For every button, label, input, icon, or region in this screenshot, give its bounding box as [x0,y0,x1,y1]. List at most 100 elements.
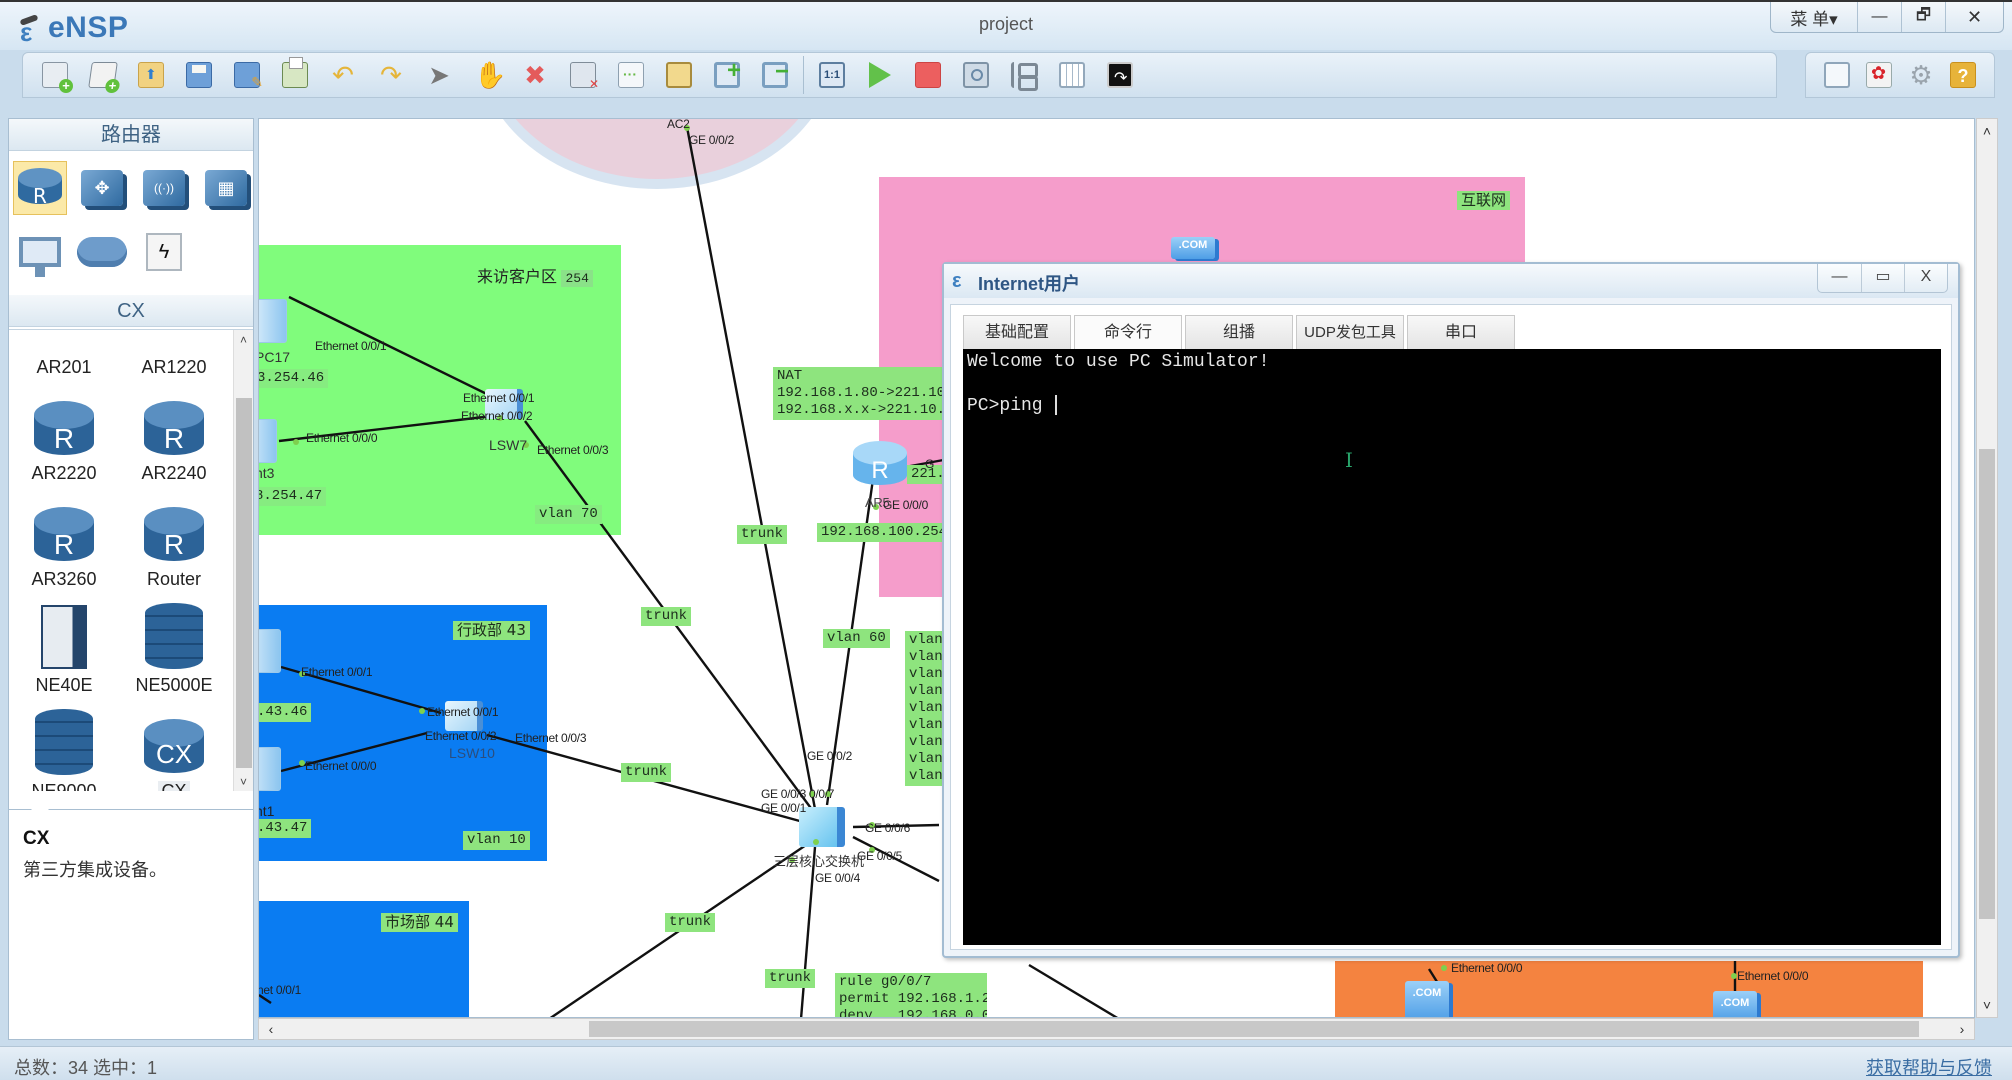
zoom-in-button[interactable] [703,55,751,95]
tab-basic-config[interactable]: 基础配置 [963,315,1071,349]
device-list-scrollbar[interactable]: ˄ ˅ [233,330,253,791]
scroll-right-arrow-icon[interactable]: › [1952,1019,1972,1039]
device-ar201[interactable]: AR201 [9,330,119,386]
zoom-out-button[interactable] [751,55,799,95]
ar5-router-node[interactable]: R [853,441,907,487]
start-devices-button[interactable] [856,55,904,95]
category-wireless[interactable]: ((·)) [137,161,191,215]
device-ne40e[interactable]: NE40E [9,598,119,704]
settings-button[interactable]: ⚙ [1900,55,1942,95]
scroll-up-arrow-icon[interactable]: ˄ [234,330,253,350]
text-cursor [1055,395,1058,416]
device-label: AR1220 [141,357,207,377]
tab-udp-tool[interactable]: UDP发包工具 [1296,315,1404,349]
category-connection[interactable]: ϟ [137,225,191,279]
wireless-icon: ((·)) [143,170,185,206]
scroll-left-arrow-icon[interactable]: ‹ [261,1019,281,1039]
dialog-minimize-button[interactable]: — [1818,264,1861,292]
topology-button[interactable] [1000,55,1048,95]
ar-lan-ip-label: 192.168.100.254 [817,523,952,542]
capture-button[interactable] [952,55,1000,95]
device-router[interactable]: R Router [119,492,229,598]
dialog-title-bar[interactable]: ε Internet用户 — ▭ X [944,264,1958,298]
cloud-icon [77,237,127,267]
scroll-up-arrow-icon[interactable]: ˄ [1977,121,1997,141]
pan-button[interactable]: ✋ [463,55,511,95]
link-core-south [799,846,817,1017]
print-button[interactable] [271,55,319,95]
server1-node[interactable]: .COM [1405,981,1449,1017]
help-button[interactable]: ? [1942,55,1984,95]
redo-button[interactable]: ↷ [367,55,415,95]
internet-server-node[interactable]: .COM [1171,237,1215,259]
add-text-button[interactable] [607,55,655,95]
canvas-horizontal-scrollbar[interactable]: ‹ › [258,1018,1975,1040]
undo-button[interactable]: ↶ [319,55,367,95]
minimize-button[interactable]: — [1857,2,1901,32]
admin-pc-node[interactable] [259,629,281,673]
category-firewall[interactable]: ▦ [199,161,253,215]
device-ne9000[interactable]: NE9000 [9,704,119,791]
canvas-vertical-scrollbar[interactable]: ˄ ˅ [1976,118,1998,1018]
category-router[interactable]: R [13,161,67,215]
category-terminal[interactable] [13,225,67,279]
lsw7-label: LSW7 [489,437,528,453]
help-feedback-link[interactable]: 获取帮助与反馈 [1866,1054,1992,1080]
main-menu-button[interactable]: 菜 单▾ [1771,2,1857,32]
right-toolbar: ⚙ ? [1805,52,1995,98]
delete-button[interactable]: ✖ [511,55,559,95]
new-topology-button[interactable] [31,55,79,95]
device-cx[interactable]: CX CX [119,704,229,791]
terminal-console[interactable]: Welcome to use PC Simulator! PC>ping I [963,349,1941,945]
device-ar3260[interactable]: R AR3260 [9,492,119,598]
scroll-thumb[interactable] [1979,449,1995,919]
client1-node[interactable] [259,747,281,791]
actual-size-icon: 1:1 [819,62,845,88]
scroll-thumb[interactable] [589,1021,1919,1037]
device-ne5000e[interactable]: NE5000E [119,598,229,704]
actual-size-button[interactable]: 1:1 [808,55,856,95]
server2-node[interactable]: .COM [1713,991,1757,1017]
dialog-maximize-button[interactable]: ▭ [1861,264,1904,292]
huawei-logo-icon [1866,62,1892,88]
feedback-button[interactable] [1816,55,1858,95]
grid-button[interactable] [1048,55,1096,95]
port-label: Ethernet 0/0/0 [306,431,378,445]
pc17-node[interactable] [259,299,287,343]
huawei-button[interactable] [1858,55,1900,95]
scroll-down-arrow-icon[interactable]: ˅ [234,772,253,791]
pc-simulator-dialog: ε Internet用户 — ▭ X 基础配置 命令行 组播 UDP发包工具 串… [942,262,1960,958]
router-icon: R [144,401,204,457]
zoom-in-icon [714,57,741,88]
new-from-template-button[interactable] [79,55,127,95]
device-ar2220[interactable]: R AR2220 [9,386,119,492]
dialog-tabs: 基础配置 命令行 组播 UDP发包工具 串口 [963,315,1515,349]
add-shape-button[interactable] [655,55,703,95]
trunk-label: trunk [641,607,692,626]
scroll-down-arrow-icon[interactable]: ˅ [1977,995,1997,1015]
restore-button[interactable]: 🗗 [1901,2,1945,32]
terminal-input-line[interactable]: PC>ping [967,395,1937,417]
stop-devices-button[interactable] [904,55,952,95]
open-button[interactable] [127,55,175,95]
client3-node[interactable] [259,419,277,463]
dialog-close-button[interactable]: X [1904,264,1947,292]
undo-icon: ↶ [332,60,354,90]
save-button[interactable] [175,55,223,95]
select-button[interactable]: ➤ [415,55,463,95]
delete-link-button[interactable] [559,55,607,95]
tab-multicast[interactable]: 组播 [1185,315,1293,349]
ensp-logo-icon: ε [952,270,962,292]
device-ar1220[interactable]: AR1220 [119,330,229,386]
tab-serial[interactable]: 串口 [1407,315,1515,349]
trunk-label: trunk [765,969,816,988]
screenshot-button[interactable] [1096,55,1144,95]
tab-command-line[interactable]: 命令行 [1074,315,1182,349]
port-dot [1441,965,1447,971]
category-switch[interactable]: ✥ [75,161,129,215]
save-as-button[interactable] [223,55,271,95]
close-button[interactable]: ✕ [1945,2,2003,32]
scroll-thumb[interactable] [236,398,252,768]
category-cloud[interactable] [75,225,129,279]
device-ar2240[interactable]: R AR2240 [119,386,229,492]
